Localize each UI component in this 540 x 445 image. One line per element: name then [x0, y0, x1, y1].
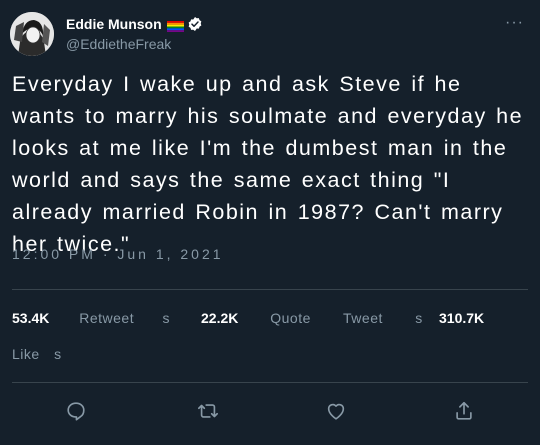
divider [12, 382, 528, 383]
rainbow-flag-icon [166, 19, 184, 32]
display-name[interactable]: Eddie Munson [66, 16, 162, 32]
like-stat[interactable]: 310.7K [439, 310, 484, 326]
like-label: Like s [12, 346, 62, 362]
divider [12, 289, 528, 290]
like-count: 310.7K [439, 310, 485, 326]
more-options-icon[interactable]: ··· [505, 14, 524, 32]
share-icon[interactable] [453, 400, 477, 424]
handle[interactable]: @EddietheFreak [66, 36, 203, 52]
verified-badge-icon [187, 16, 203, 32]
tweet-header: Eddie Munson @EddietheFreak ··· [10, 12, 530, 56]
reply-icon[interactable] [65, 400, 89, 424]
author-names: Eddie Munson @EddietheFreak [66, 14, 203, 52]
like-label-row[interactable]: Like s [12, 346, 62, 362]
retweet-label: Retweet s [79, 310, 170, 326]
quote-count: 22.2K [201, 310, 239, 326]
retweet-count: 53.4K [12, 310, 50, 326]
retweet-stat[interactable]: 53.4K Retweet s [12, 310, 170, 326]
like-icon[interactable] [325, 400, 349, 424]
quote-stat[interactable]: 22.2K Quote Tweet s [201, 310, 423, 326]
tweet-text: Everyday I wake up and ask Steve if he w… [12, 72, 524, 256]
tweet-timestamp[interactable]: 12:00 PM · Jun 1, 2021 [12, 246, 224, 262]
action-bar [0, 390, 540, 434]
avatar[interactable] [10, 12, 54, 56]
retweet-icon[interactable] [197, 400, 221, 424]
quote-label: Quote Tweet s [270, 310, 423, 326]
